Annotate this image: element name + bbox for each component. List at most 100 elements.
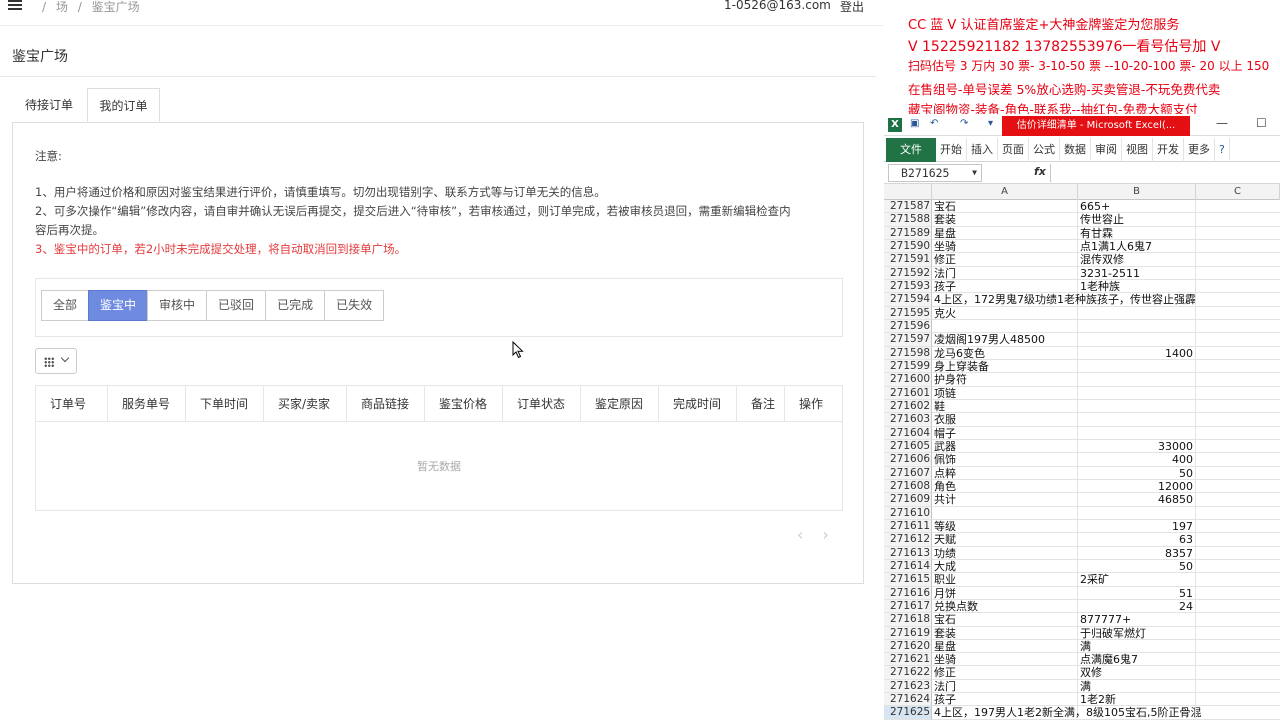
row-number[interactable]: 271589	[884, 226, 932, 240]
cell-a[interactable]: 鞋	[932, 399, 1078, 414]
row-number[interactable]: 271607	[884, 466, 932, 480]
cell-b[interactable]: 点1满1人6鬼7	[1078, 239, 1196, 254]
filter-expired-button[interactable]: 已失效	[324, 290, 385, 321]
cell-a[interactable]: 宝石	[932, 200, 1078, 214]
ribbon-tab[interactable]: 开始	[936, 137, 967, 162]
cell-b[interactable]: 于归破军燃灯	[1078, 626, 1196, 640]
cell-a[interactable]: 点粹	[932, 466, 1078, 480]
column-header[interactable]: 订单状态	[503, 386, 581, 422]
cell-b[interactable]: 46850	[1078, 493, 1196, 507]
cell-b[interactable]: 双修	[1078, 666, 1196, 680]
column-header[interactable]: 鉴宝价格	[425, 386, 503, 422]
cell-a[interactable]: 兑换点数	[932, 599, 1078, 614]
cell-b[interactable]: 50	[1078, 559, 1196, 574]
cell-c[interactable]	[1196, 680, 1280, 694]
cell-b[interactable]	[1078, 399, 1196, 414]
filter-completed-button[interactable]: 已完成	[265, 290, 326, 321]
maximize-icon[interactable]: ☐	[1256, 116, 1267, 130]
cell-b[interactable]	[1078, 706, 1196, 720]
row-number[interactable]: 271616	[884, 586, 932, 600]
ribbon-tab[interactable]: 视图	[1122, 137, 1153, 162]
cell-c[interactable]	[1196, 600, 1280, 614]
cell-a[interactable]: 龙马6变色	[932, 346, 1078, 360]
ribbon-tab[interactable]: 数据	[1060, 137, 1091, 162]
row-number[interactable]: 271594	[884, 293, 932, 307]
cell-b[interactable]: 满	[1078, 679, 1196, 694]
row-number[interactable]: 271610	[884, 506, 932, 520]
column-header[interactable]: 鉴定原因	[581, 386, 659, 422]
cell-c[interactable]	[1196, 627, 1280, 640]
row-number[interactable]: 271615	[884, 573, 932, 587]
pager-prev-icon[interactable]: ‹	[797, 525, 803, 544]
cell-b[interactable]: 8357	[1078, 546, 1196, 560]
row-number[interactable]: 271605	[884, 439, 932, 454]
row-number[interactable]: 271602	[884, 399, 932, 414]
row-number[interactable]: 271620	[884, 639, 932, 654]
cell-c[interactable]	[1196, 413, 1280, 427]
cell-a[interactable]: 职业	[932, 573, 1078, 587]
formula-input[interactable]	[1050, 164, 1278, 182]
cell-a[interactable]	[932, 506, 1078, 520]
cell-a[interactable]: 共计	[932, 493, 1078, 507]
cell-b[interactable]: 63	[1078, 533, 1196, 547]
cell-c[interactable]	[1196, 400, 1280, 414]
cell-a[interactable]: 克火	[932, 306, 1078, 320]
cell-c[interactable]	[1196, 200, 1280, 214]
filter-all-button[interactable]: 全部	[41, 290, 90, 321]
cell-c[interactable]	[1196, 520, 1280, 534]
row-number[interactable]: 271609	[884, 493, 932, 507]
row-number[interactable]: 271618	[884, 613, 932, 627]
cell-c[interactable]	[1196, 267, 1280, 280]
cell-a[interactable]: 4上区，172男鬼7级功绩1老种族孩子，传世容止强霹	[932, 293, 1196, 307]
cell-b[interactable]: 有甘霖	[1078, 226, 1196, 240]
cell-a[interactable]: 护身符	[932, 373, 1078, 387]
ribbon-tab[interactable]: 公式	[1029, 137, 1060, 162]
cell-c[interactable]	[1196, 293, 1280, 307]
row-number[interactable]: 271597	[884, 333, 932, 347]
filter-reviewing-button[interactable]: 审核中	[147, 290, 208, 321]
column-header-b[interactable]: B	[1078, 184, 1196, 200]
cell-c[interactable]	[1196, 280, 1280, 294]
cell-a[interactable]: 套装	[932, 213, 1078, 227]
row-number[interactable]: 271612	[884, 533, 932, 547]
save-icon[interactable]: ▣	[910, 118, 922, 130]
row-number[interactable]: 271624	[884, 693, 932, 707]
column-header[interactable]: 服务单号	[108, 386, 186, 422]
cell-a[interactable]: 星盘	[932, 226, 1078, 240]
cell-b[interactable]: 400	[1078, 453, 1196, 467]
quick-access-dropdown-icon[interactable]: ▾	[988, 118, 1000, 130]
row-number[interactable]: 271592	[884, 266, 932, 280]
cell-c[interactable]	[1196, 440, 1280, 454]
cell-c[interactable]	[1196, 693, 1280, 707]
row-number[interactable]: 271600	[884, 373, 932, 387]
cell-c[interactable]	[1196, 467, 1280, 480]
column-header[interactable]: 备注	[737, 386, 785, 422]
cell-b[interactable]: 点满魔6鬼7	[1078, 653, 1196, 667]
cell-a[interactable]: 孩子	[932, 279, 1078, 294]
logout-link[interactable]: 登出	[840, 0, 864, 15]
column-header[interactable]: 下单时间	[186, 386, 264, 422]
cell-b[interactable]: 1400	[1078, 346, 1196, 360]
row-number[interactable]: 271604	[884, 426, 932, 440]
cell-c[interactable]	[1196, 307, 1280, 320]
cell-b[interactable]: 2采矿	[1078, 573, 1196, 587]
pager-next-icon[interactable]: ›	[823, 525, 829, 544]
tab-pending-orders[interactable]: 待接订单	[12, 88, 86, 122]
cell-a[interactable]: 等级	[932, 519, 1078, 534]
cell-c[interactable]	[1196, 320, 1280, 334]
cell-a[interactable]: 项链	[932, 386, 1078, 400]
column-header[interactable]: 买家/卖家	[264, 386, 347, 422]
cell-a[interactable]: 凌烟阁197男人48500	[932, 333, 1078, 347]
cell-c[interactable]	[1196, 653, 1280, 667]
cell-c[interactable]	[1196, 573, 1280, 587]
cell-c[interactable]	[1196, 587, 1280, 600]
cell-b[interactable]	[1078, 426, 1196, 440]
ribbon-tab[interactable]: 插入	[967, 137, 998, 162]
cell-a[interactable]: 坐骑	[932, 239, 1078, 254]
cell-a[interactable]: 帽子	[932, 426, 1078, 440]
column-toggle-button[interactable]	[35, 348, 77, 374]
row-number[interactable]: 271591	[884, 253, 932, 267]
ribbon-file-tab[interactable]: 文件	[886, 137, 936, 162]
row-number[interactable]: 271606	[884, 453, 932, 467]
cell-b[interactable]	[1078, 359, 1196, 374]
